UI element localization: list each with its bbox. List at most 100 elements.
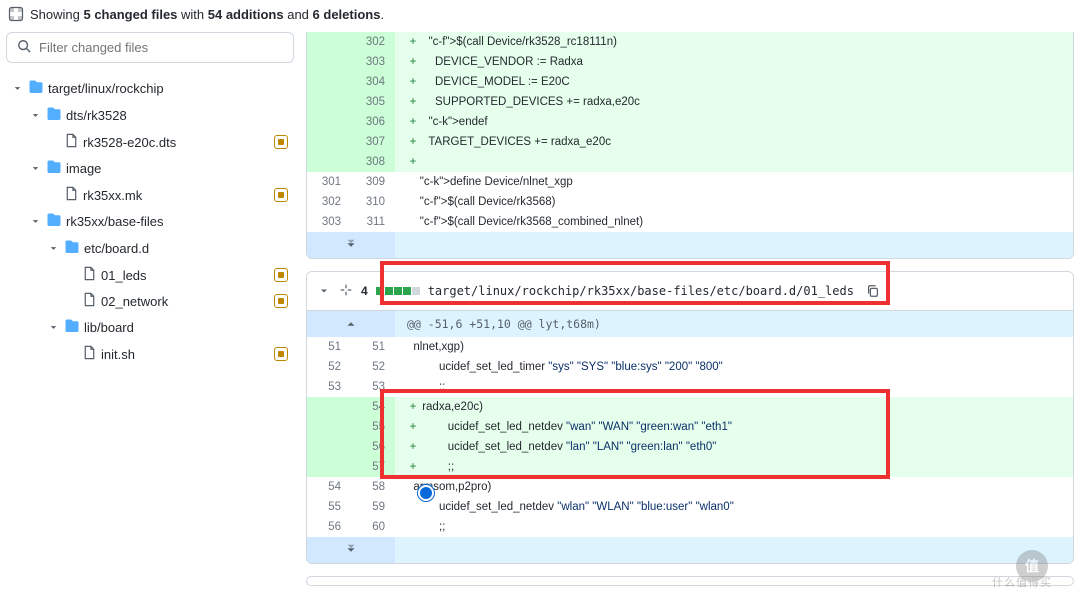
- diff-file-header: 4 target/linux/rockchip/rk35xx/base-file…: [307, 272, 1073, 311]
- tree-folder[interactable]: target/linux/rockchip: [6, 75, 294, 102]
- modified-badge-icon: [274, 347, 288, 361]
- code-content: ;;: [395, 377, 1073, 397]
- code-content: + ;;: [395, 457, 1073, 477]
- line-number-new[interactable]: 306: [351, 112, 395, 132]
- line-number-old[interactable]: 54: [307, 477, 351, 497]
- code-line[interactable]: 307+ TARGET_DEVICES += radxa_e20c: [307, 132, 1073, 152]
- line-number-old[interactable]: 55: [307, 497, 351, 517]
- add-comment-bubble[interactable]: [418, 485, 434, 501]
- chevron-down-icon: [46, 242, 60, 256]
- expand-hunk-down[interactable]: [307, 232, 1073, 258]
- line-number-new[interactable]: 53: [351, 377, 395, 397]
- line-number-old[interactable]: [307, 417, 351, 437]
- line-number-new[interactable]: 305: [351, 92, 395, 112]
- code-line[interactable]: 55+ ucidef_set_led_netdev "wan" "WAN" "g…: [307, 417, 1073, 437]
- line-number-new[interactable]: 307: [351, 132, 395, 152]
- line-number-old[interactable]: 302: [307, 192, 351, 212]
- tree-file[interactable]: 02_network: [6, 288, 294, 314]
- line-number-new[interactable]: 55: [351, 417, 395, 437]
- line-number-old[interactable]: [307, 457, 351, 477]
- line-number-new[interactable]: 57: [351, 457, 395, 477]
- filter-box[interactable]: [6, 32, 294, 63]
- line-number-old[interactable]: [307, 132, 351, 152]
- line-number-old[interactable]: 301: [307, 172, 351, 192]
- tree-folder[interactable]: etc/board.d: [6, 235, 294, 262]
- line-number-new[interactable]: 309: [351, 172, 395, 192]
- line-number-old[interactable]: 53: [307, 377, 351, 397]
- line-number-new[interactable]: 311: [351, 212, 395, 232]
- line-number-new[interactable]: 54: [351, 397, 395, 417]
- code-line[interactable]: 5151 nlnet,xgp): [307, 337, 1073, 357]
- diff-file: [306, 576, 1074, 586]
- line-number-new[interactable]: 51: [351, 337, 395, 357]
- tree-file[interactable]: init.sh: [6, 341, 294, 367]
- tree-folder[interactable]: rk35xx/base-files: [6, 208, 294, 235]
- code-content: + ucidef_set_led_netdev "lan" "LAN" "gre…: [395, 437, 1073, 457]
- watermark: 值 什么值得买: [992, 548, 1062, 588]
- expand-all-icon[interactable]: [339, 283, 353, 300]
- line-number-old[interactable]: [307, 437, 351, 457]
- line-number-old[interactable]: [307, 92, 351, 112]
- line-number-new[interactable]: 310: [351, 192, 395, 212]
- code-content: + DEVICE_MODEL := E20C: [395, 72, 1073, 92]
- code-line[interactable]: 54+ radxa,e20c): [307, 397, 1073, 417]
- line-number-old[interactable]: 303: [307, 212, 351, 232]
- code-line[interactable]: 56+ ucidef_set_led_netdev "lan" "LAN" "g…: [307, 437, 1073, 457]
- expand-hunk-down[interactable]: [307, 537, 1073, 563]
- line-number-old[interactable]: [307, 112, 351, 132]
- code-line[interactable]: 303311 "c-f">$(call Device/rk3568_combin…: [307, 212, 1073, 232]
- diff-file-path[interactable]: target/linux/rockchip/rk35xx/base-files/…: [428, 284, 854, 298]
- tree-item-label: etc/board.d: [84, 241, 149, 256]
- file-icon: [64, 186, 79, 204]
- modified-badge-icon: [274, 188, 288, 202]
- code-line[interactable]: 303+ DEVICE_VENDOR := Radxa: [307, 52, 1073, 72]
- diff-file: 4 target/linux/rockchip/rk35xx/base-file…: [306, 271, 1074, 564]
- code-line[interactable]: 5252 ucidef_set_led_timer "sys" "SYS" "b…: [307, 357, 1073, 377]
- code-line[interactable]: 302310 "c-f">$(call Device/rk3568): [307, 192, 1073, 212]
- line-number-old[interactable]: [307, 32, 351, 52]
- code-line[interactable]: 5353 ;;: [307, 377, 1073, 397]
- line-number-old[interactable]: [307, 152, 351, 172]
- code-line[interactable]: 305+ SUPPORTED_DEVICES += radxa,e20c: [307, 92, 1073, 112]
- line-number-old[interactable]: [307, 52, 351, 72]
- folder-icon: [46, 106, 62, 125]
- hunk-header-text: @@ -51,6 +51,10 @@ lyt,t68m): [395, 311, 1073, 337]
- line-number-old[interactable]: 56: [307, 517, 351, 537]
- line-number-old[interactable]: [307, 397, 351, 417]
- chevron-down-icon[interactable]: [317, 284, 331, 298]
- line-number-old[interactable]: [307, 72, 351, 92]
- code-line[interactable]: 308+: [307, 152, 1073, 172]
- code-line[interactable]: 302+ "c-f">$(call Device/rk3528_rc18111n…: [307, 32, 1073, 52]
- code-line[interactable]: 57+ ;;: [307, 457, 1073, 477]
- line-number-old[interactable]: 52: [307, 357, 351, 377]
- line-number-new[interactable]: 60: [351, 517, 395, 537]
- code-content: "c-f">$(call Device/rk3568): [395, 192, 1073, 212]
- tree-file[interactable]: 01_leds: [6, 262, 294, 288]
- tree-folder[interactable]: dts/rk3528: [6, 102, 294, 129]
- tree-folder[interactable]: image: [6, 155, 294, 182]
- line-number-old[interactable]: 51: [307, 337, 351, 357]
- modified-badge-icon: [274, 135, 288, 149]
- chevron-down-icon: [28, 215, 42, 229]
- code-line[interactable]: 301309 "c-k">define Device/nlnet_xgp: [307, 172, 1073, 192]
- line-number-new[interactable]: 59: [351, 497, 395, 517]
- code-line[interactable]: 5660 ;;: [307, 517, 1073, 537]
- code-line[interactable]: 304+ DEVICE_MODEL := E20C: [307, 72, 1073, 92]
- code-line[interactable]: 306+ "c-k">endef: [307, 112, 1073, 132]
- filter-input[interactable]: [39, 40, 283, 55]
- line-number-new[interactable]: 56: [351, 437, 395, 457]
- tree-file[interactable]: rk35xx.mk: [6, 182, 294, 208]
- line-number-new[interactable]: 58: [351, 477, 395, 497]
- line-number-new[interactable]: 308: [351, 152, 395, 172]
- line-number-new[interactable]: 304: [351, 72, 395, 92]
- file-tree-sidebar: target/linux/rockchipdts/rk3528rk3528-e2…: [6, 32, 294, 598]
- expand-hunk-up[interactable]: @@ -51,6 +51,10 @@ lyt,t68m): [307, 311, 1073, 337]
- line-number-new[interactable]: 303: [351, 52, 395, 72]
- folder-icon: [64, 239, 80, 258]
- tree-folder[interactable]: lib/board: [6, 314, 294, 341]
- line-number-new[interactable]: 302: [351, 32, 395, 52]
- copy-path-button[interactable]: [862, 280, 884, 302]
- tree-file[interactable]: rk3528-e20c.dts: [6, 129, 294, 155]
- line-number-new[interactable]: 52: [351, 357, 395, 377]
- tree-item-label: init.sh: [101, 347, 135, 362]
